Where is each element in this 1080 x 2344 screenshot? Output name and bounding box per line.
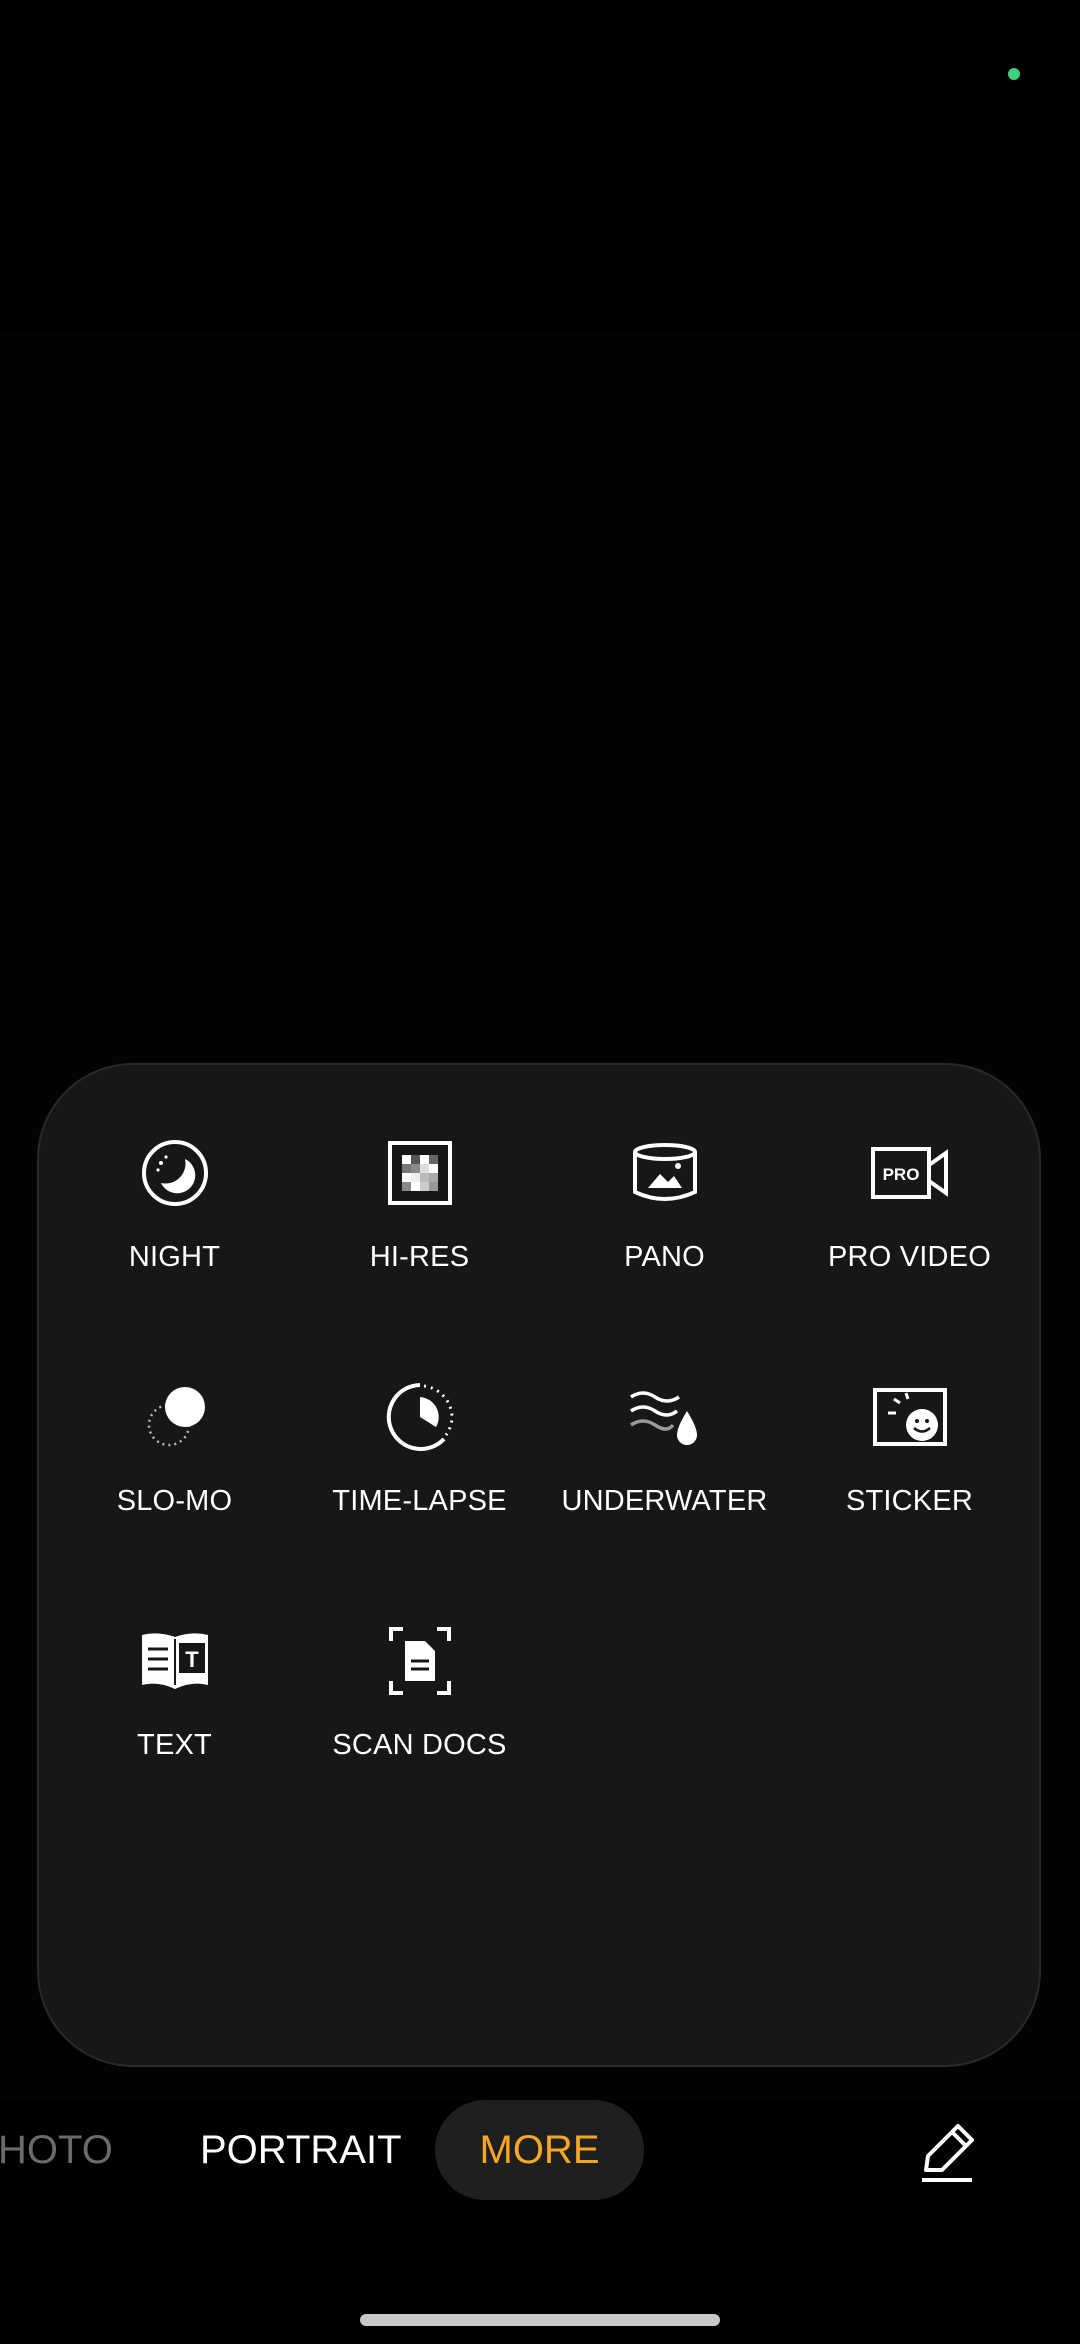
svg-text:PRO: PRO: [882, 1165, 919, 1184]
tab-portrait[interactable]: PORTRAIT: [200, 2100, 402, 2200]
tab-photo[interactable]: HOTO: [0, 2100, 113, 2200]
mode-label: NIGHT: [128, 1241, 221, 1273]
time-lapse-icon: [380, 1377, 460, 1457]
mode-sticker[interactable]: STICKER: [787, 1377, 1032, 1577]
mode-label: TIME-LAPSE: [332, 1485, 507, 1517]
mode-pro-video[interactable]: PRO PRO VIDEO: [787, 1133, 1032, 1333]
mode-label: HI-RES: [369, 1241, 470, 1273]
mode-label: PRO VIDEO: [828, 1241, 991, 1273]
mode-scan-docs[interactable]: SCAN DOCS: [297, 1621, 542, 1821]
text-icon: T: [135, 1621, 215, 1701]
underwater-icon: [625, 1377, 705, 1457]
mode-label: STICKER: [845, 1485, 974, 1517]
mode-label: SLO-MO: [116, 1485, 233, 1517]
mode-label: UNDERWATER: [561, 1485, 768, 1517]
mode-underwater[interactable]: UNDERWATER: [542, 1377, 787, 1577]
mode-time-lapse[interactable]: TIME-LAPSE: [297, 1377, 542, 1577]
mode-hi-res[interactable]: HI-RES: [297, 1133, 542, 1333]
mode-label: TEXT: [137, 1729, 212, 1761]
night-icon: [135, 1133, 215, 1213]
pencil-icon: [922, 2124, 974, 2182]
mode-label: PANO: [624, 1241, 705, 1273]
more-modes-panel: NIGHT HI-RES PANO PRO PRO VIDEO SLO-MO T…: [37, 1063, 1041, 2067]
mode-label: SCAN DOCS: [332, 1729, 507, 1761]
privacy-indicator-dot: [1008, 68, 1020, 80]
mode-text[interactable]: T TEXT: [52, 1621, 297, 1821]
scan-docs-icon: [380, 1621, 460, 1701]
hi-res-icon: [380, 1133, 460, 1213]
home-indicator[interactable]: [360, 2314, 720, 2326]
tab-more[interactable]: MORE: [435, 2100, 644, 2200]
slo-mo-icon: [135, 1377, 215, 1457]
pro-video-icon: PRO: [870, 1133, 950, 1213]
camera-screen: NIGHT HI-RES PANO PRO PRO VIDEO SLO-MO T…: [0, 0, 1080, 2344]
svg-text:T: T: [185, 1647, 199, 1672]
mode-night[interactable]: NIGHT: [52, 1133, 297, 1333]
mode-pano[interactable]: PANO: [542, 1133, 787, 1333]
mode-slo-mo[interactable]: SLO-MO: [52, 1377, 297, 1577]
edit-modes-button[interactable]: [912, 2118, 982, 2188]
pano-icon: [625, 1133, 705, 1213]
sticker-icon: [870, 1377, 950, 1457]
